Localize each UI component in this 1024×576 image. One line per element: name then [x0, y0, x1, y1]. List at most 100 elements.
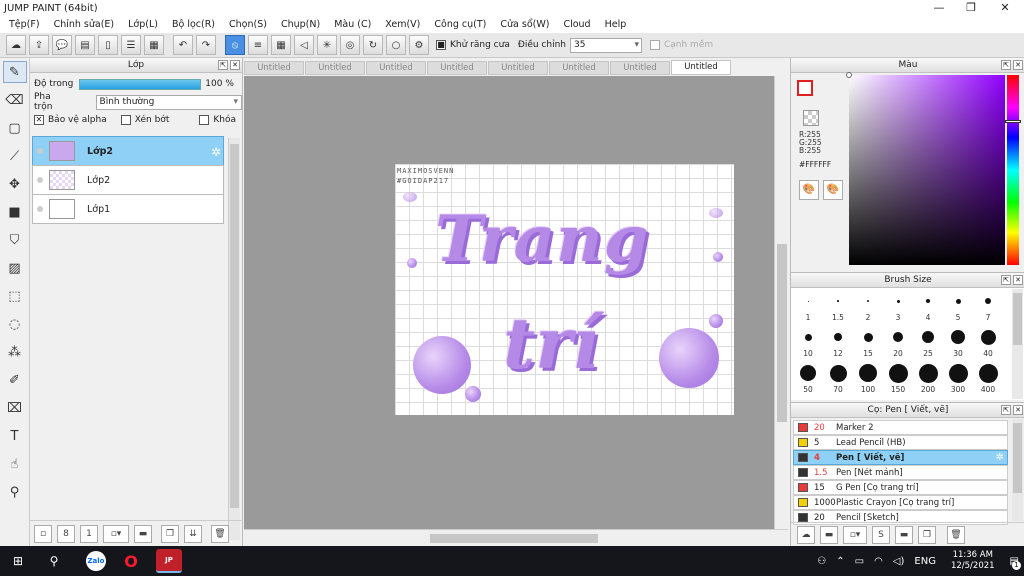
snap-off-icon[interactable]: ⦸	[225, 35, 245, 55]
hue-slider[interactable]	[1007, 75, 1019, 265]
curve-icon[interactable]: ↻	[363, 35, 383, 55]
list-icon[interactable]: ☰	[121, 35, 141, 55]
eyedropper-tool-icon[interactable]: ⚲	[3, 481, 27, 503]
brush-item[interactable]: 1000 Plastic Crayon [Cọ trang trí]	[793, 495, 1008, 510]
visibility-icon[interactable]	[37, 148, 43, 154]
soft-edge-checkbox[interactable]	[649, 40, 660, 50]
document-tab[interactable]: Untitled	[610, 61, 670, 75]
brush-size-option[interactable]: 15	[853, 325, 883, 358]
brush-size-option[interactable]: 4	[913, 289, 943, 322]
layer-item[interactable]: Lớp2	[32, 165, 224, 195]
brush-size-option[interactable]: 50	[793, 361, 823, 394]
jump-paint-app-icon[interactable]: JP	[156, 549, 182, 573]
layer-item[interactable]: Lớp1	[32, 194, 224, 224]
network-icon[interactable]: ▭	[855, 556, 864, 567]
page-icon[interactable]: ▯	[98, 35, 118, 55]
bucket-tool-icon[interactable]: ⛉	[3, 229, 27, 251]
protect-alpha-checkbox[interactable]: ✕	[34, 115, 44, 125]
pen-tool-icon[interactable]: ✎	[2, 61, 27, 83]
brush-size-option[interactable]: 20	[883, 325, 913, 358]
brush-item-selected[interactable]: 4 Pen [ Viết, vẽ] ✲	[793, 450, 1008, 465]
select-pen-tool-icon[interactable]: ✐	[3, 369, 27, 391]
menu-tools[interactable]: Công cụ(T)	[427, 19, 493, 30]
menu-file[interactable]: Tệp(F)	[2, 19, 47, 30]
brush-size-option[interactable]: 2	[853, 289, 883, 322]
menu-cloud[interactable]: Cloud	[556, 19, 597, 30]
brush-size-option[interactable]: 200	[913, 361, 943, 394]
parallel-lines-icon[interactable]: ≡	[248, 35, 268, 55]
panel-close-icon[interactable]: ✕	[1013, 405, 1023, 415]
visibility-icon[interactable]	[37, 177, 43, 183]
menu-layer[interactable]: Lớp(L)	[121, 19, 165, 30]
brush-size-option[interactable]: 7	[973, 289, 1003, 322]
move-tool-icon[interactable]: ✥	[3, 173, 27, 195]
minimize-button[interactable]: —	[922, 0, 956, 16]
duplicate-layer-icon[interactable]: ❐	[161, 524, 179, 543]
brush-size-option[interactable]: 40	[973, 325, 1003, 358]
redo-icon[interactable]: ↷	[196, 35, 216, 55]
merge-layer-icon[interactable]: ⇊	[184, 524, 202, 543]
brush-size-option[interactable]: 10	[793, 325, 823, 358]
transparent-color-swatch[interactable]	[803, 110, 819, 126]
fill-rect-tool-icon[interactable]: ■	[3, 201, 27, 223]
panel-close-icon[interactable]: ✕	[230, 60, 240, 70]
document-tab[interactable]: Untitled	[366, 61, 426, 75]
brush-size-option[interactable]: 12	[823, 325, 853, 358]
layer-settings-icon[interactable]: ✲	[211, 145, 221, 159]
brush-copy-icon[interactable]: S	[872, 525, 890, 544]
palette-edit-icon[interactable]: 🎨	[823, 180, 843, 200]
brush-folder-icon[interactable]: ▬	[820, 525, 838, 544]
eraser-tool-icon[interactable]: ⌫	[3, 89, 27, 111]
menu-capture[interactable]: Chụp(N)	[274, 19, 327, 30]
panel-float-icon[interactable]: ⇱	[1001, 60, 1011, 70]
new-brush-menu-icon[interactable]: ▫▾	[843, 525, 867, 544]
document-tab-active[interactable]: Untitled	[671, 60, 731, 75]
menu-edit[interactable]: Chỉnh sửa(E)	[47, 19, 122, 30]
brush-item[interactable]: 5 Lead Pencil (HB)	[793, 435, 1008, 450]
menu-help[interactable]: Help	[598, 19, 634, 30]
brush-size-scrollbar[interactable]	[1012, 289, 1023, 399]
undo-icon[interactable]: ↶	[173, 35, 193, 55]
new-layer-menu-icon[interactable]: ▫▾	[103, 524, 129, 543]
brush-size-option[interactable]: 300	[943, 361, 973, 394]
ellipse-icon[interactable]: ○	[386, 35, 406, 55]
adjust-select[interactable]: 35	[569, 37, 642, 53]
palette-icon[interactable]: 🎨	[799, 180, 819, 200]
menu-select[interactable]: Chọn(S)	[222, 19, 274, 30]
people-icon[interactable]: ⚇	[817, 556, 826, 567]
panel-float-icon[interactable]: ⇱	[218, 60, 228, 70]
settings-icon[interactable]: ⚙	[409, 35, 429, 55]
windows-start-icon[interactable]: ⊞	[7, 550, 29, 572]
canvas-vertical-scrollbar[interactable]	[774, 76, 788, 529]
maximize-button[interactable]: ❐	[954, 0, 988, 16]
brush-size-option[interactable]: 1	[793, 289, 823, 322]
panel-icon[interactable]: ▦	[144, 35, 164, 55]
rectangle-tool-icon[interactable]: ▢	[3, 117, 27, 139]
text-tool-icon[interactable]: T	[3, 425, 27, 447]
visibility-icon[interactable]	[37, 206, 43, 212]
menu-filter[interactable]: Bộ lọc(R)	[165, 19, 222, 30]
canvas-horizontal-scrollbar[interactable]	[244, 529, 788, 546]
brush-size-option[interactable]: 150	[883, 361, 913, 394]
canvas-paper[interactable]: MAXIMOSVENN #GOIDAP217 Trang trí	[395, 164, 734, 415]
new-layer-icon[interactable]: ▫	[34, 524, 52, 543]
menu-window[interactable]: Cửa sổ(W)	[493, 19, 556, 30]
brush-item[interactable]: 15 G Pen [Cọ trang trí]	[793, 480, 1008, 495]
delete-layer-icon[interactable]: 🗑	[211, 524, 229, 543]
brush-size-option[interactable]: 1.5	[823, 289, 853, 322]
select-rect-tool-icon[interactable]: ⬚	[3, 285, 27, 307]
brush-size-option[interactable]: 100	[853, 361, 883, 394]
panel-float-icon[interactable]: ⇱	[1001, 405, 1011, 415]
blend-mode-select[interactable]: Bình thường	[95, 94, 242, 110]
hand-tool-icon[interactable]: ☝	[3, 453, 27, 475]
panel-float-icon[interactable]: ⇱	[1001, 275, 1011, 285]
brush-size-option[interactable]: 25	[913, 325, 943, 358]
panel-close-icon[interactable]: ✕	[1013, 60, 1023, 70]
color-picker-knob[interactable]	[846, 72, 852, 78]
document-tab[interactable]: Untitled	[305, 61, 365, 75]
document-tab[interactable]: Untitled	[427, 61, 487, 75]
search-icon[interactable]: ⚲	[43, 550, 65, 572]
brush-size-option[interactable]: 400	[973, 361, 1003, 394]
cloud-save-icon[interactable]: ☁	[6, 35, 26, 55]
wifi-icon[interactable]: ◠	[874, 556, 883, 567]
